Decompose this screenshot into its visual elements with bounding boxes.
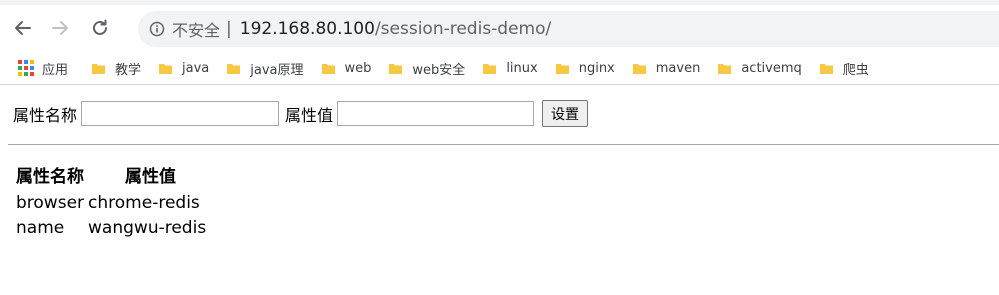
- bookmark-list: 教学 java java原理 web web安全 linux nginx maven activ…: [92, 59, 887, 78]
- bookmark-folder-2[interactable]: java: [159, 61, 209, 76]
- row-attribute-name: browser: [16, 193, 85, 213]
- browser-toolbar: 不安全 | 192.168.80.100/session-redis-demo/: [0, 5, 999, 52]
- apps-grid-icon: [18, 60, 34, 76]
- bookmark-label: 爬虫: [842, 62, 869, 78]
- address-bar[interactable]: 不安全 | 192.168.80.100/session-redis-demo/: [138, 11, 999, 47]
- bookmark-folder-4[interactable]: web: [321, 60, 372, 76]
- set-attribute-form: 属性名称 属性值 设置: [13, 100, 589, 127]
- column-header-name: 属性名称: [16, 167, 84, 187]
- back-button[interactable]: [8, 13, 38, 43]
- folder-icon: [632, 63, 646, 74]
- bookmark-label: linux: [506, 60, 538, 76]
- folder-icon: [555, 63, 569, 74]
- bookmark-label: java: [182, 60, 210, 76]
- bookmark-apps[interactable]: 应用: [18, 59, 68, 78]
- bookmark-folder-7[interactable]: nginx: [555, 60, 615, 76]
- url-text[interactable]: 192.168.80.100/session-redis-demo/: [240, 19, 552, 39]
- url-host: 192.168.80.100: [239, 19, 375, 39]
- back-arrow-icon: [15, 21, 31, 35]
- apps-grid-dot: [30, 60, 34, 64]
- apps-grid-dot: [18, 60, 22, 64]
- table-row: name wangwu-redis: [14, 215, 208, 240]
- attribute-name-label: 属性名称: [13, 105, 78, 125]
- bookmark-folder-6[interactable]: linux: [483, 60, 538, 76]
- row-attribute-value: wangwu-redis: [88, 218, 207, 238]
- address-separator: |: [226, 19, 232, 39]
- bookmark-label: java原理: [250, 62, 304, 78]
- info-icon[interactable]: [148, 20, 166, 38]
- table-header-row: 属性名称 属性值: [14, 161, 208, 190]
- bookmark-folder-8[interactable]: maven: [632, 60, 701, 76]
- table-row: browser chrome-redis: [14, 190, 208, 215]
- apps-grid-dot: [24, 60, 28, 64]
- apps-grid-dot: [24, 72, 28, 76]
- security-status-label[interactable]: 不安全: [172, 17, 220, 41]
- attribute-value-input[interactable]: [337, 101, 535, 126]
- folder-icon: [227, 63, 241, 74]
- folder-icon: [321, 63, 335, 74]
- bookmark-label: nginx: [578, 60, 615, 76]
- row-attribute-name: name: [16, 218, 65, 238]
- attribute-value-label: 属性值: [285, 105, 334, 125]
- reload-button[interactable]: [85, 13, 115, 43]
- apps-grid-dot: [30, 66, 34, 70]
- reload-icon: [93, 19, 107, 35]
- forward-arrow-icon: [52, 21, 68, 35]
- divider: [8, 144, 999, 145]
- bookmarks-bar: 应用 教学 java java原理 web web安全 linux nginx maven ac…: [0, 52, 999, 85]
- folder-icon: [92, 63, 106, 74]
- bookmark-label: 教学: [115, 62, 142, 78]
- attribute-name-input[interactable]: [81, 101, 280, 126]
- row-attribute-value: chrome-redis: [88, 193, 200, 213]
- apps-grid-dot: [30, 72, 34, 76]
- url-path: /session-redis-demo/: [374, 19, 552, 39]
- set-button[interactable]: 设置: [542, 100, 589, 127]
- bookmark-folder-1[interactable]: 教学: [92, 59, 141, 78]
- bookmark-label: web: [344, 60, 372, 76]
- column-header-value: 属性值: [125, 167, 177, 187]
- bookmark-label: maven: [655, 60, 701, 76]
- folder-icon: [819, 63, 833, 74]
- apps-grid-dot: [18, 66, 22, 70]
- bookmark-folder-10[interactable]: 爬虫: [819, 59, 869, 78]
- bookmark-label: activemq: [741, 60, 802, 76]
- folder-icon: [159, 63, 173, 74]
- folder-icon: [389, 63, 403, 74]
- bookmark-apps-label: 应用: [42, 62, 69, 78]
- bookmark-folder-5[interactable]: web安全: [389, 59, 465, 78]
- bookmark-folder-9[interactable]: activemq: [718, 60, 802, 76]
- bookmark-folder-3[interactable]: java原理: [227, 59, 304, 78]
- forward-button[interactable]: [45, 13, 75, 43]
- attributes-table: 属性名称 属性值 browser chrome-redis name wangw…: [14, 161, 208, 240]
- folder-icon: [718, 63, 732, 74]
- apps-grid-dot: [18, 72, 22, 76]
- bookmark-label: web安全: [412, 62, 466, 78]
- folder-icon: [483, 63, 497, 74]
- apps-grid-dot: [24, 66, 28, 70]
